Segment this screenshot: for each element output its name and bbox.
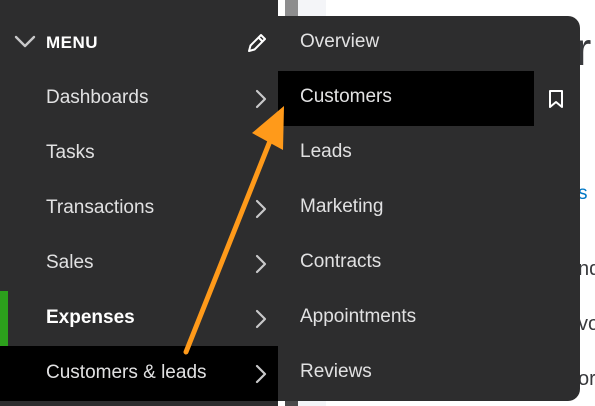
active-section-indicator — [0, 291, 8, 346]
bookmark-icon[interactable] — [548, 89, 564, 114]
navigation-sidebar: MENU Dashboards Tasks Transactions Sales… — [0, 0, 278, 406]
chevron-right-icon — [254, 364, 268, 389]
submenu-item-label: Leads — [300, 141, 352, 162]
sidebar-item-tasks[interactable]: Tasks — [0, 126, 278, 181]
submenu-item-reviews[interactable]: Reviews — [278, 346, 580, 401]
chevron-right-icon — [254, 89, 268, 114]
sidebar-item-customers-leads[interactable]: Customers & leads — [0, 346, 278, 401]
sidebar-item-label: Sales — [46, 252, 94, 273]
submenu-item-label: Marketing — [300, 196, 384, 217]
sidebar-item-expenses[interactable]: Expenses — [0, 291, 278, 346]
chevron-down-icon[interactable] — [14, 33, 36, 54]
sidebar-item-dashboards[interactable]: Dashboards — [0, 71, 278, 126]
pencil-icon[interactable] — [245, 31, 269, 60]
page-text-fragment: vo — [578, 313, 595, 335]
submenu-item-customers[interactable]: Customers — [278, 71, 534, 126]
sidebar-item-transactions[interactable]: Transactions — [0, 181, 278, 236]
chevron-right-icon — [254, 199, 268, 224]
page-text-fragment: nd — [578, 258, 595, 280]
submenu-item-appointments[interactable]: Appointments — [278, 291, 580, 346]
sidebar-item-label: Customers & leads — [46, 362, 207, 383]
submenu-item-overview[interactable]: Overview — [278, 16, 580, 71]
submenu-item-contracts[interactable]: Contracts — [278, 236, 580, 291]
menu-header: MENU — [0, 16, 278, 71]
page-text-fragment: or — [578, 368, 595, 390]
sidebar-item-label: Dashboards — [46, 87, 149, 108]
sidebar-item-label: Expenses — [46, 307, 135, 328]
submenu-item-label: Reviews — [300, 361, 372, 382]
chevron-right-icon — [254, 309, 268, 334]
chevron-right-icon — [254, 254, 268, 279]
submenu-item-label: Overview — [300, 31, 380, 52]
menu-title: MENU — [46, 33, 99, 52]
submenu-item-label: Contracts — [300, 251, 382, 272]
submenu-item-leads[interactable]: Leads — [278, 126, 580, 181]
submenu-item-marketing[interactable]: Marketing — [278, 181, 580, 236]
submenu-item-label: Customers — [300, 86, 392, 107]
submenu-item-label: Appointments — [300, 306, 417, 327]
customers-leads-flyout: Overview Customers Leads Marketing Contr… — [278, 16, 580, 401]
sidebar-item-sales[interactable]: Sales — [0, 236, 278, 291]
sidebar-item-label: Transactions — [46, 197, 155, 218]
sidebar-item-label: Tasks — [46, 142, 95, 163]
